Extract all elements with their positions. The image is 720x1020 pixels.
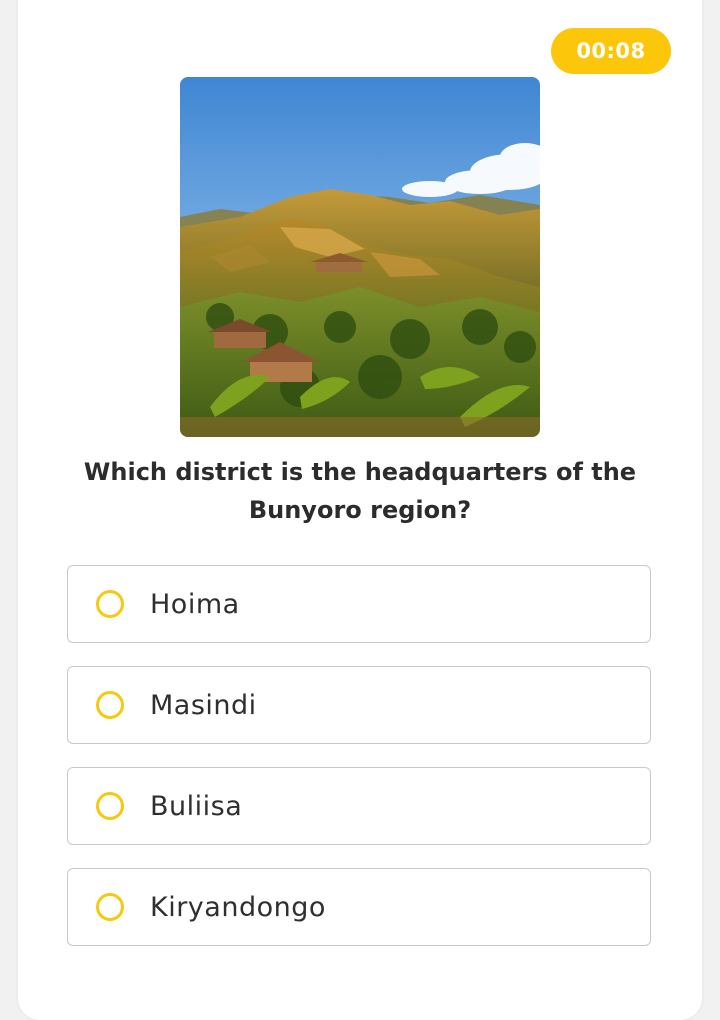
answer-option-kiryandongo[interactable]: Kiryandongo <box>67 868 651 946</box>
radio-circle-icon[interactable] <box>96 792 124 820</box>
answer-option-label: Hoima <box>150 588 240 620</box>
answer-option-label: Buliisa <box>150 790 243 822</box>
answer-option-buliisa[interactable]: Buliisa <box>67 767 651 845</box>
radio-circle-icon[interactable] <box>96 691 124 719</box>
answer-option-label: Masindi <box>150 689 257 721</box>
answer-option-masindi[interactable]: Masindi <box>67 666 651 744</box>
question-text: Which district is the headquarters of th… <box>83 458 637 524</box>
answer-option-hoima[interactable]: Hoima <box>67 565 651 643</box>
countdown-timer: 00:08 <box>551 28 671 74</box>
answer-option-label: Kiryandongo <box>150 891 326 923</box>
timer-value: 00:08 <box>576 39 646 63</box>
question-image <box>180 77 540 437</box>
radio-circle-icon[interactable] <box>96 893 124 921</box>
radio-circle-icon[interactable] <box>96 590 124 618</box>
